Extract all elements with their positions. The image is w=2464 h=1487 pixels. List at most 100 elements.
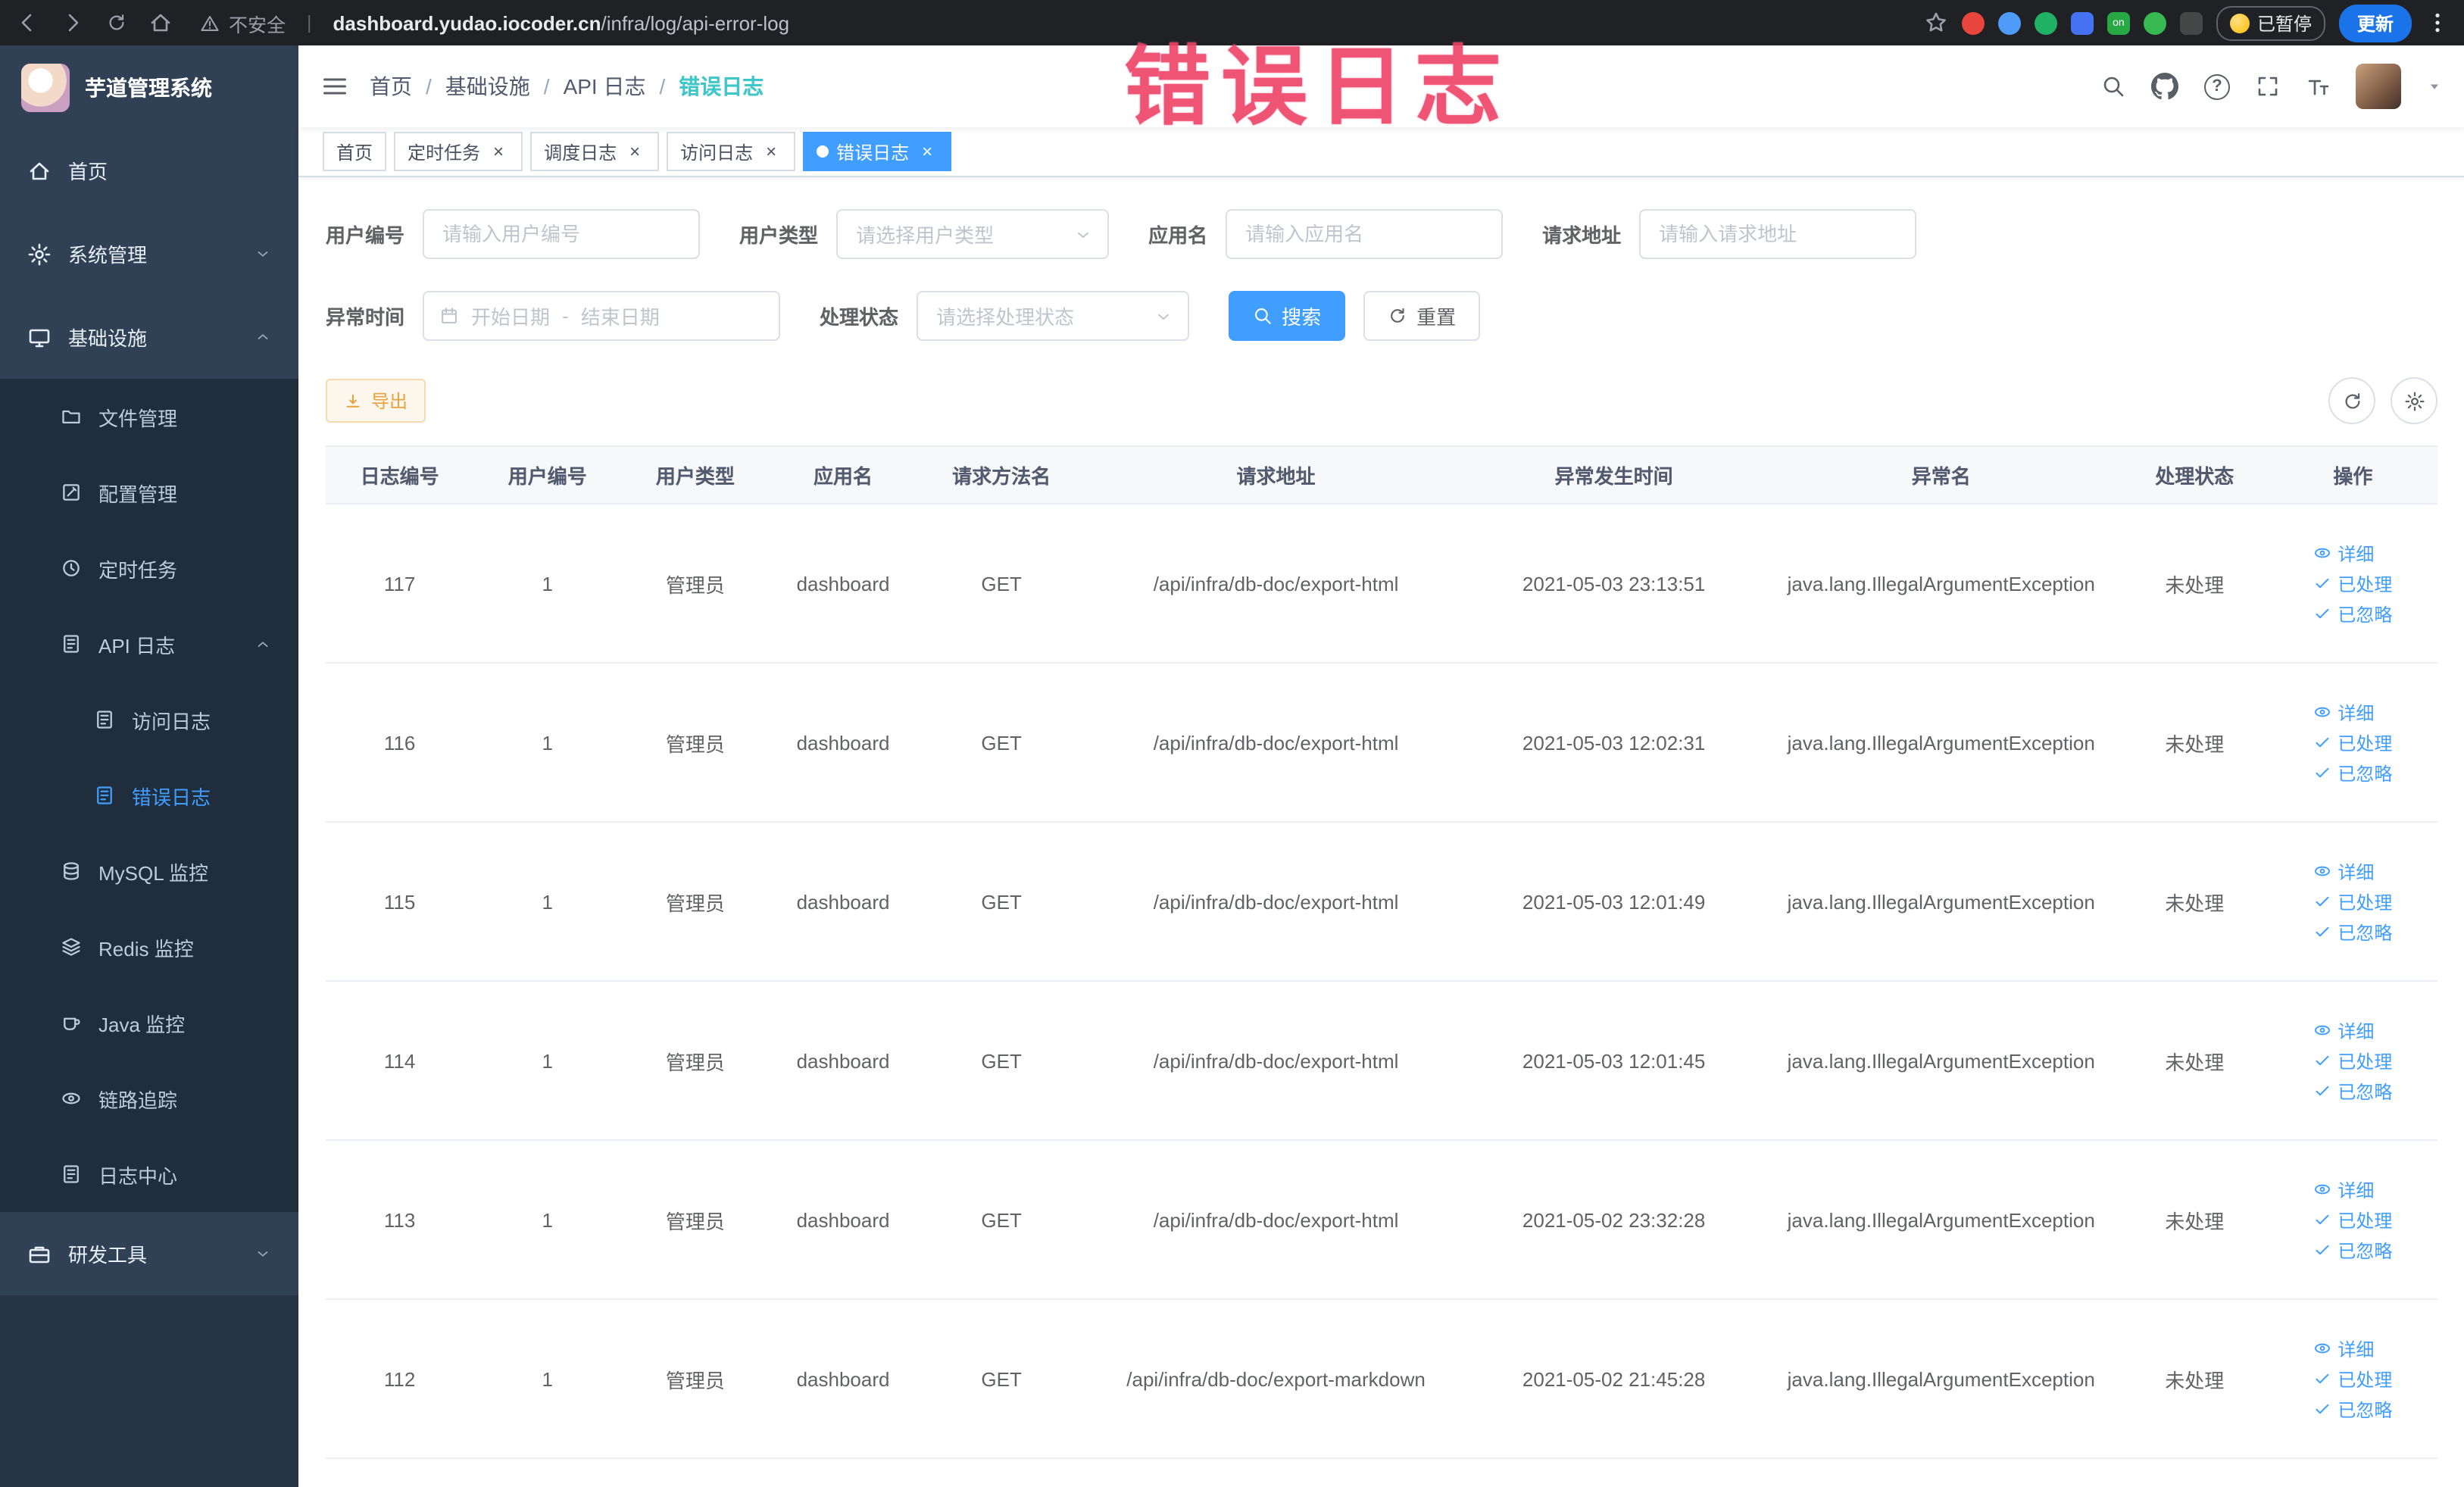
extension-icon-blue-grid[interactable] bbox=[2070, 11, 2094, 34]
logo[interactable]: 芋道管理系统 bbox=[0, 45, 298, 129]
browser-forward-icon[interactable] bbox=[61, 11, 85, 35]
reset-button[interactable]: 重置 bbox=[1363, 291, 1481, 341]
mark-processed-link[interactable]: 已处理 bbox=[2313, 1366, 2392, 1392]
mark-ignored-link[interactable]: 已忽略 bbox=[2313, 1078, 2392, 1104]
sidebar-item-infrastructure[interactable]: 基础设施 bbox=[0, 295, 298, 379]
tab-access-log[interactable]: 访问日志 × bbox=[667, 132, 796, 171]
sidebar-item-access-log[interactable]: 访问日志 bbox=[0, 682, 298, 758]
caret-down-icon[interactable] bbox=[2427, 79, 2442, 94]
close-icon[interactable]: × bbox=[488, 141, 509, 162]
refresh-icon bbox=[2341, 390, 2363, 411]
mark-processed-link[interactable]: 已处理 bbox=[2313, 729, 2392, 755]
mark-ignored-link[interactable]: 已忽略 bbox=[2313, 919, 2392, 945]
sidebar-item-api-logs[interactable]: API 日志 bbox=[0, 606, 298, 682]
mark-processed-link[interactable]: 已处理 bbox=[2313, 1207, 2392, 1232]
tab-schedule-log[interactable]: 调度日志 × bbox=[530, 132, 660, 171]
security-chip[interactable]: 不安全 bbox=[200, 8, 286, 37]
refresh-table-button[interactable] bbox=[2328, 377, 2375, 424]
fullscreen-icon[interactable] bbox=[2256, 74, 2280, 98]
detail-link[interactable]: 详细 bbox=[2313, 1017, 2374, 1043]
detail-link[interactable]: 详细 bbox=[2313, 1335, 2374, 1361]
browser-reload-icon[interactable] bbox=[106, 12, 127, 33]
app-name-input[interactable] bbox=[1226, 209, 1504, 259]
extension-icon-red[interactable] bbox=[1961, 11, 1985, 34]
column-settings-button[interactable] bbox=[2391, 377, 2437, 424]
sidebar-item-dev-tools[interactable]: 研发工具 bbox=[0, 1212, 298, 1295]
detail-link[interactable]: 详细 bbox=[2313, 1176, 2374, 1202]
sidebar-item-home[interactable]: 首页 bbox=[0, 129, 298, 212]
github-icon[interactable] bbox=[2151, 73, 2178, 100]
breadcrumb-item-api-logs[interactable]: API 日志 bbox=[564, 71, 646, 102]
sidebar-item-system-mgmt[interactable]: 系统管理 bbox=[0, 212, 298, 295]
breadcrumb-item-infrastructure[interactable]: 基础设施 bbox=[445, 71, 530, 102]
sidebar-item-scheduled-jobs[interactable]: 定时任务 bbox=[0, 530, 298, 606]
mark-processed-link[interactable]: 已处理 bbox=[2313, 1048, 2392, 1073]
cell-exception-time: 2021-05-03 12:01:45 bbox=[1466, 981, 1762, 1141]
mark-ignored-link[interactable]: 已忽略 bbox=[2313, 760, 2392, 786]
search-icon[interactable] bbox=[2101, 74, 2125, 98]
exception-time-range-picker[interactable]: 开始日期 - 结束日期 bbox=[423, 291, 781, 341]
browser-home-icon[interactable] bbox=[148, 11, 173, 35]
browser-update-button[interactable]: 更新 bbox=[2338, 4, 2412, 42]
extension-icon-green-v[interactable] bbox=[2034, 11, 2057, 34]
check-icon bbox=[2313, 923, 2331, 941]
close-icon[interactable]: × bbox=[624, 141, 645, 162]
help-icon[interactable]: ? bbox=[2204, 73, 2230, 99]
user-type-select[interactable]: 请选择用户类型 bbox=[836, 209, 1110, 259]
cell-user-type: 管理员 bbox=[621, 504, 770, 664]
extension-icon-on-badge[interactable]: on bbox=[2106, 11, 2130, 34]
sidebar-item-trace[interactable]: 链路追踪 bbox=[0, 1061, 298, 1136]
request-url-input[interactable] bbox=[1639, 209, 1917, 259]
tab-scheduled-jobs[interactable]: 定时任务 × bbox=[394, 132, 523, 171]
table-row: 115 1 管理员 dashboard GET /api/infra/db-do… bbox=[326, 822, 2437, 982]
sidebar-item-label: Redis 监控 bbox=[98, 937, 194, 960]
tab-error-log[interactable]: 错误日志 × bbox=[803, 132, 952, 171]
close-icon[interactable]: × bbox=[917, 141, 938, 162]
table-row: 112 1 管理员 dashboard GET /api/infra/db-do… bbox=[326, 1299, 2437, 1459]
sidebar-item-config-mgmt[interactable]: 配置管理 bbox=[0, 455, 298, 530]
detail-link[interactable]: 详细 bbox=[2313, 858, 2374, 884]
mark-processed-link[interactable]: 已处理 bbox=[2313, 889, 2392, 914]
emoji-icon bbox=[2229, 13, 2250, 33]
close-icon[interactable]: × bbox=[760, 141, 782, 162]
detail-link[interactable]: 详细 bbox=[2313, 699, 2374, 725]
paused-badge[interactable]: 已暂停 bbox=[2216, 5, 2325, 40]
tab-label: 首页 bbox=[336, 142, 373, 163]
chevron-down-icon bbox=[1154, 307, 1173, 325]
mark-ignored-link[interactable]: 已忽略 bbox=[2313, 1396, 2392, 1422]
sidebar-item-java-monitor[interactable]: Java 监控 bbox=[0, 985, 298, 1061]
sidebar-toggle[interactable] bbox=[321, 73, 348, 100]
cell-log-id: 115 bbox=[326, 822, 474, 982]
sidebar-item-log-center[interactable]: 日志中心 bbox=[0, 1136, 298, 1212]
browser-menu-icon[interactable] bbox=[2425, 11, 2450, 35]
mark-ignored-link[interactable]: 已忽略 bbox=[2313, 601, 2392, 626]
cell-status: 未处理 bbox=[2120, 822, 2269, 982]
user-avatar[interactable] bbox=[2356, 64, 2401, 109]
mark-processed-link[interactable]: 已处理 bbox=[2313, 570, 2392, 596]
sidebar-item-mysql-monitor[interactable]: MySQL 监控 bbox=[0, 833, 298, 909]
bookmark-star-icon[interactable] bbox=[1924, 11, 1948, 35]
breadcrumb-item-home[interactable]: 首页 bbox=[370, 71, 412, 102]
check-icon bbox=[2313, 604, 2331, 623]
chevron-up-icon bbox=[255, 636, 271, 652]
sidebar-item-redis-monitor[interactable]: Redis 监控 bbox=[0, 909, 298, 985]
export-button[interactable]: 导出 bbox=[326, 379, 426, 423]
browser-back-icon[interactable] bbox=[15, 11, 39, 35]
extension-icon-blue-drop[interactable] bbox=[1997, 11, 2021, 34]
tab-home[interactable]: 首页 bbox=[323, 132, 387, 171]
url-path: /infra/log/api-error-log bbox=[601, 11, 790, 34]
user-id-input[interactable] bbox=[423, 209, 701, 259]
process-status-select[interactable]: 请选择处理状态 bbox=[917, 291, 1190, 341]
extension-icon-dark[interactable] bbox=[2179, 11, 2203, 34]
chevron-up-icon bbox=[255, 329, 271, 345]
cell-exception-time: 2021-05-03 12:02:31 bbox=[1466, 663, 1762, 823]
sidebar-item-error-log[interactable]: 错误日志 bbox=[0, 758, 298, 833]
address-bar[interactable]: dashboard.yudao.iocoder.cn/infra/log/api… bbox=[333, 11, 1897, 34]
search-button[interactable]: 搜索 bbox=[1229, 291, 1346, 341]
chevron-down-icon bbox=[1074, 225, 1092, 243]
sidebar-item-file-mgmt[interactable]: 文件管理 bbox=[0, 379, 298, 455]
text-size-icon[interactable] bbox=[2306, 74, 2330, 98]
detail-link[interactable]: 详细 bbox=[2313, 540, 2374, 566]
extension-icon-leaf[interactable] bbox=[2143, 11, 2166, 34]
mark-ignored-link[interactable]: 已忽略 bbox=[2313, 1237, 2392, 1263]
